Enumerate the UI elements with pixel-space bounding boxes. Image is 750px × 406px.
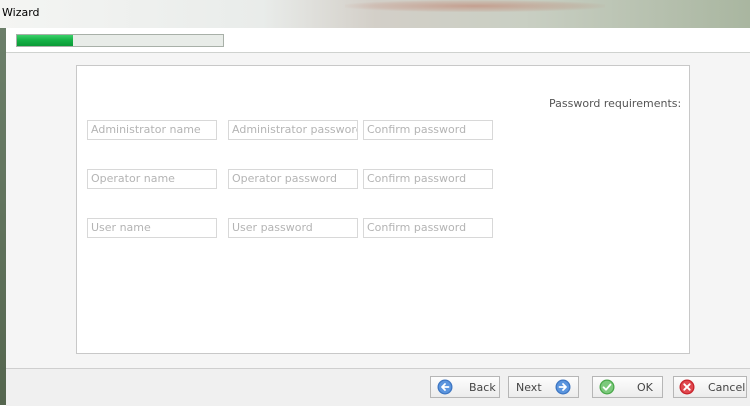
cancel-button-label: Cancel [708,381,746,394]
user-password-input[interactable]: User password [228,218,358,238]
operator-confirm-password-input[interactable]: Confirm password [363,169,493,189]
title-bar-decoration [345,0,605,12]
progress-bar [16,34,224,47]
back-button[interactable]: Back [430,376,500,398]
next-button-label: Next [516,381,542,394]
cancel-button[interactable]: Cancel [673,376,747,398]
x-circle-icon [679,379,695,395]
administrator-name-input[interactable]: Administrator name [87,120,217,140]
ok-button[interactable]: OK [592,376,663,398]
administrator-password-input[interactable]: Administrator password [228,120,358,140]
title-bar: Wizard [0,0,750,28]
back-button-label: Back [469,381,496,394]
progress-bar-fill [17,35,73,46]
user-name-input[interactable]: User name [87,218,217,238]
administrator-confirm-password-input[interactable]: Confirm password [363,120,493,140]
progress-bar-area [6,28,750,53]
password-requirements-label: Password requirements: [549,97,682,110]
window-title: Wizard [2,6,40,19]
next-button[interactable]: Next [508,376,579,398]
operator-name-input[interactable]: Operator name [87,169,217,189]
arrow-left-circle-icon [437,379,453,395]
user-confirm-password-input[interactable]: Confirm password [363,218,493,238]
arrow-right-circle-icon [555,379,571,395]
ok-button-label: OK [637,381,653,394]
operator-password-input[interactable]: Operator password [228,169,358,189]
check-circle-icon [599,379,615,395]
